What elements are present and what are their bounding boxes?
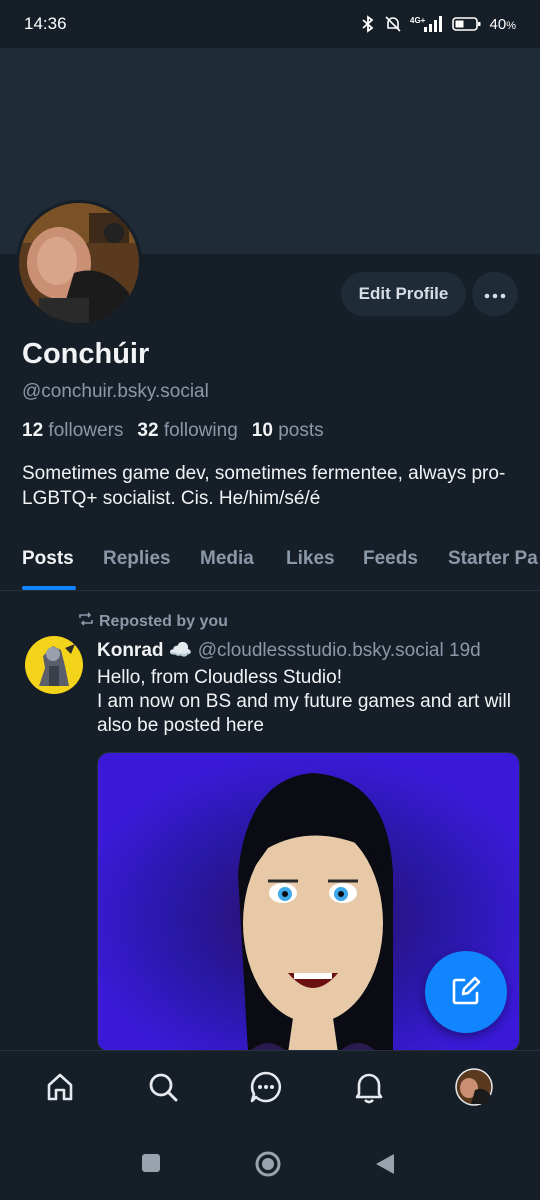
post-author-avatar[interactable]: [25, 636, 83, 694]
nav-chat[interactable]: [246, 1069, 286, 1109]
more-icon: [484, 287, 506, 302]
system-navigation-bar: [0, 1130, 540, 1200]
compose-post-button[interactable]: [425, 951, 507, 1033]
post-author-handle[interactable]: @cloudlessstudio.bsky.social: [198, 640, 444, 661]
nav-search[interactable]: [143, 1069, 183, 1109]
status-icons: 4G+ 40%: [360, 15, 516, 33]
more-options-button[interactable]: [472, 272, 518, 316]
tab-feeds[interactable]: Feeds: [363, 548, 418, 570]
post-text-line: Hello, from Cloudless Studio!: [97, 667, 342, 688]
battery-icon: [451, 16, 482, 32]
followers-stat[interactable]: 12 followers: [22, 420, 123, 442]
status-time: 14:36: [24, 14, 67, 33]
system-home-button[interactable]: [254, 1150, 282, 1183]
nav-profile[interactable]: [454, 1067, 494, 1111]
bottom-navigation: [0, 1050, 540, 1131]
chat-icon: [249, 1070, 283, 1109]
tab-likes[interactable]: Likes: [286, 548, 335, 570]
tab-starter-packs[interactable]: Starter Pa: [448, 548, 538, 570]
tab-replies[interactable]: Replies: [103, 548, 171, 570]
muted-bell-icon: [384, 15, 402, 33]
status-bar: 14:36 4G+ 40%: [0, 0, 540, 48]
repost-icon: [78, 612, 94, 631]
svg-text:4G+: 4G+: [410, 16, 426, 25]
battery-percent: 40%: [489, 15, 516, 33]
post-text: Hello, from Cloudless Studio! I am now o…: [97, 666, 527, 738]
profile-avatar[interactable]: [16, 200, 142, 326]
post-author-name[interactable]: Konrad ☁️: [97, 640, 192, 661]
active-tab-indicator: [22, 586, 76, 590]
profile-stats: 12 followers 32 following 10 posts: [22, 420, 324, 442]
following-stat[interactable]: 32 following: [137, 420, 237, 442]
profile-tabs: Posts Replies Media Likes Feeds Starter …: [0, 540, 540, 591]
bluetooth-icon: [360, 15, 376, 33]
profile-bio: Sometimes game dev, sometimes fermentee,…: [22, 463, 506, 509]
back-button[interactable]: [374, 1152, 396, 1181]
signal-icon: 4G+: [410, 15, 444, 33]
notifications-icon: [353, 1070, 385, 1109]
repost-indicator[interactable]: Reposted by you: [78, 612, 228, 631]
profile-nav-avatar: [455, 1067, 493, 1111]
post-header: Konrad ☁️ @cloudlessstudio.bsky.social 1…: [97, 638, 527, 662]
search-icon: [147, 1071, 179, 1108]
recents-button[interactable]: [140, 1152, 162, 1179]
nav-home[interactable]: [40, 1069, 80, 1109]
compose-icon: [449, 974, 483, 1011]
repost-label: Reposted by you: [99, 612, 228, 630]
post-text-line: I am now on BS and my future games and a…: [97, 691, 511, 736]
edit-profile-button[interactable]: Edit Profile: [341, 272, 466, 316]
display-name: Conchúir: [22, 338, 150, 370]
tab-media[interactable]: Media: [200, 548, 254, 570]
post-timestamp[interactable]: 19d: [449, 640, 481, 661]
posts-stat: 10 posts: [251, 420, 324, 441]
home-icon: [44, 1071, 76, 1108]
nav-notifications[interactable]: [349, 1069, 389, 1109]
profile-handle: @conchuir.bsky.social: [22, 381, 209, 402]
tab-posts[interactable]: Posts: [22, 548, 74, 570]
